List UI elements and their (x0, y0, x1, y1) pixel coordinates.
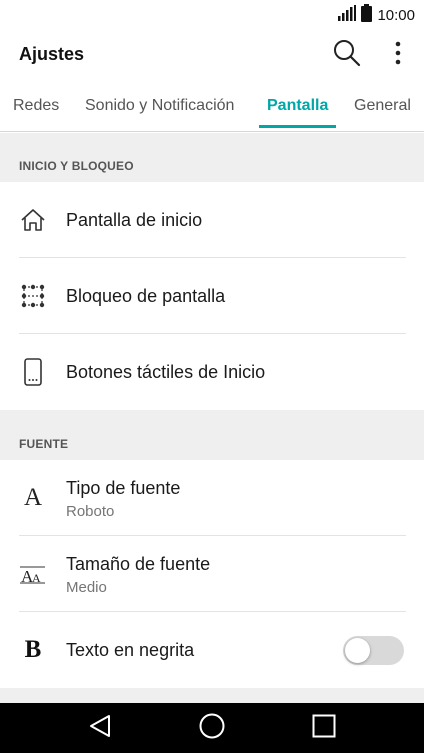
toggle-knob (345, 638, 370, 663)
list-item-title: Texto en negrita (66, 640, 195, 660)
battery-icon (361, 3, 373, 27)
phone-touch-buttons-icon (18, 357, 48, 387)
status-time: 10:00 (377, 6, 415, 24)
font-size-icon: A A (18, 559, 48, 589)
section-header-label: INICIO Y BLOQUEO (19, 159, 134, 173)
search-icon (333, 39, 361, 72)
back-icon (88, 714, 112, 743)
status-bar: 10:00 (0, 0, 424, 30)
list-item-bloqueo-de-pantalla[interactable]: Bloqueo de pantalla (0, 258, 424, 334)
more-options-button[interactable] (384, 38, 412, 72)
list-item-subtitle: Roboto (66, 503, 115, 520)
tab-pantalla[interactable]: Pantalla (267, 97, 328, 115)
list-item-botones-tactiles[interactable]: Botones táctiles de Inicio (0, 334, 424, 410)
page-title: Ajustes (19, 44, 85, 64)
list-item-title: Tamaño de fuente (66, 554, 211, 574)
more-vert-icon (395, 41, 401, 70)
tab-bar: Redes Sonido y Notificación Pantalla Gen… (0, 82, 424, 132)
section-header-inicio-bloqueo: INICIO Y BLOQUEO (0, 133, 424, 182)
search-button[interactable] (330, 38, 364, 72)
bold-text-toggle[interactable] (343, 636, 404, 665)
tab-sonido-notificacion[interactable]: Sonido y Notificación (85, 97, 234, 115)
list-item-tipo-de-fuente[interactable]: A Tipo de fuente Roboto (0, 460, 424, 536)
back-button[interactable] (83, 712, 117, 744)
section-header-label: FUENTE (19, 437, 69, 451)
app-bar: Ajustes (0, 30, 424, 82)
list-item-title: Pantalla de inicio (66, 210, 203, 230)
tab-general[interactable]: General (354, 97, 411, 115)
list-item-texto-en-negrita[interactable]: B Texto en negrita (0, 612, 424, 688)
signal-icon (338, 4, 357, 26)
recents-icon (312, 714, 336, 743)
svg-text:A: A (32, 571, 41, 585)
section-header-fuente: FUENTE (0, 410, 424, 460)
home-icon (18, 205, 48, 235)
navigation-bar (0, 703, 424, 753)
tab-redes[interactable]: Redes (13, 97, 59, 115)
list-item-pantalla-de-inicio[interactable]: Pantalla de inicio (0, 182, 424, 258)
list-item-title: Botones táctiles de Inicio (66, 362, 266, 382)
active-tab-indicator (259, 125, 336, 128)
list-item-title: Bloqueo de pantalla (66, 286, 226, 306)
section-footer (0, 688, 424, 703)
bold-icon: B (24, 636, 42, 663)
list-item-tamano-de-fuente[interactable]: A A Tamaño de fuente Medio (0, 536, 424, 612)
list-item-title: Tipo de fuente (66, 478, 181, 498)
recents-button[interactable] (307, 712, 341, 744)
list-item-subtitle: Medio (66, 579, 107, 596)
lock-pattern-icon (18, 281, 48, 311)
home-circle-icon (199, 713, 225, 744)
font-type-icon: A (23, 484, 43, 511)
home-button[interactable] (195, 712, 229, 744)
